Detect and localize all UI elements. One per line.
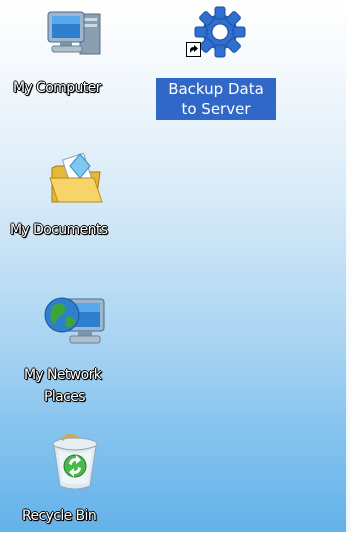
icon-label-line1: Backup Data	[168, 80, 264, 98]
desktop-icon-my-computer[interactable]: My Computer	[0, 0, 150, 110]
shortcut-arrow-icon	[186, 42, 201, 57]
window-frame-bottom	[0, 532, 352, 536]
window-frame-right	[346, 0, 352, 536]
gear-icon	[194, 6, 246, 58]
desktop-icon-recycle-bin[interactable]: Recycle Bin	[0, 430, 150, 536]
icon-label-recycle-bin: Recycle Bin	[22, 508, 97, 524]
icon-label-my-network-line1: My Network	[24, 367, 102, 383]
icon-label-backup-data: Backup Data to Server	[156, 78, 276, 120]
my-computer-icon	[47, 11, 101, 55]
network-places-icon	[44, 297, 105, 344]
desktop-icon-backup-data[interactable]: Backup Data to Server	[150, 0, 280, 130]
icon-label-line2: to Server	[181, 100, 251, 118]
desktop-icon-my-network[interactable]: My Network Places	[0, 285, 150, 415]
desktop-icon-my-documents[interactable]: My Documents	[0, 140, 150, 250]
recycle-bin-icon	[52, 434, 98, 490]
icon-label-my-computer: My Computer	[13, 80, 101, 96]
icon-label-my-network-line2: Places	[44, 389, 86, 405]
icon-label-my-documents: My Documents	[10, 222, 108, 238]
folder-documents-icon	[49, 152, 103, 203]
